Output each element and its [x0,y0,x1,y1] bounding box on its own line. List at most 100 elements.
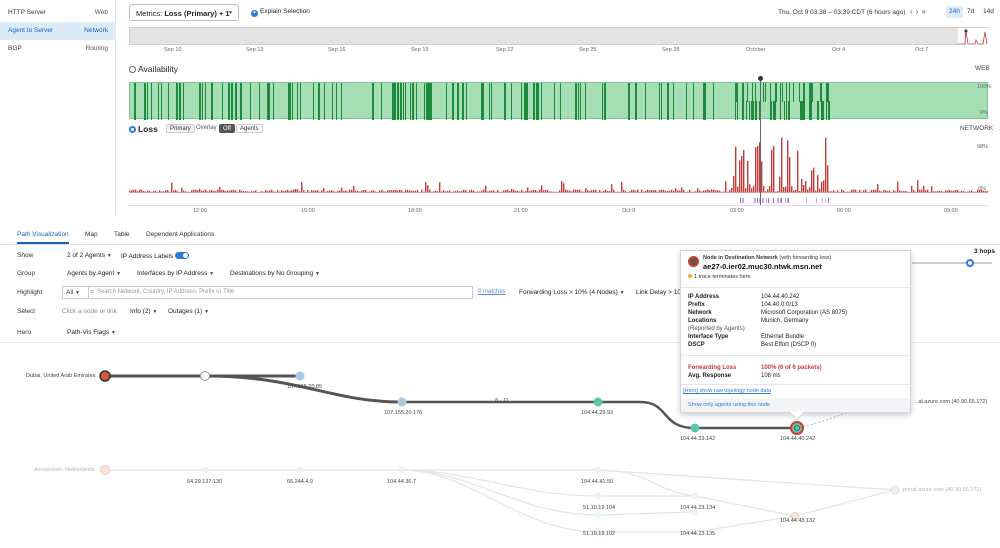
event-marker [762,198,763,203]
info-value: Info (2) [130,308,151,315]
availability-drop-bar [428,83,429,120]
availability-drop-bar [318,83,320,120]
node-details-popup[interactable]: Node in Destination Network (with forwar… [680,250,911,413]
link-delay-filter[interactable]: Link Delay > 100 [636,289,685,296]
destination-label-faded: portal.azure.com (40.90.65.172) [903,487,982,493]
faded-node [594,466,602,474]
availability-drop-bar [144,83,146,120]
info-dropdown[interactable]: Info (2) ▼ [130,308,157,315]
availability-drop-bar [525,83,527,120]
locations-value: Munich, Germany [761,318,809,324]
availability-drop-bar [736,83,737,102]
faded-links [105,469,896,533]
range-24h-button[interactable]: 24h [946,6,963,18]
tab-table[interactable]: Table [114,231,130,238]
node-label: 104.44.43.132 [780,518,816,524]
ip-labels-toggle[interactable]: IP Address Labels [121,252,190,260]
ip-address-key: IP Address [688,294,720,300]
hops-slider-handle[interactable] [966,259,974,267]
loss-overlay-off-button[interactable]: Off [219,124,235,133]
event-marker [768,198,769,203]
warning-dot-icon [688,274,692,278]
availability-drop-bar [250,83,251,120]
group-agents-value: Agents by Agent [67,270,115,277]
trace-note-text: 1 trace terminates here [694,274,751,280]
avg-response-key: Avg. Response [688,373,732,379]
toggle-on-icon[interactable] [175,252,190,259]
selection-marker-dot[interactable] [758,76,763,81]
event-marker [787,198,788,203]
matches-link[interactable]: 0 matches [478,289,506,295]
radio-selected-icon[interactable] [129,126,136,133]
highlight-search-placeholder[interactable]: Search Network, Country, IP Address, Pre… [97,289,234,295]
range-7d-button[interactable]: 7d [964,6,977,18]
faded-node [594,511,602,519]
loss-overlay-agents-button[interactable]: Agents [236,124,263,133]
availability-drop-bar [788,101,789,120]
sidebar-item-agent-to-server[interactable]: Agent to Server Network [0,22,116,40]
node-hidden [200,371,210,381]
node-label: 64.29.137.130 [187,479,223,485]
node-label: 104.44.40.242 [780,436,816,442]
loss-header[interactable]: Loss [129,124,158,134]
tab-path-visualization[interactable]: Path Visualization [17,231,69,244]
show-agents-dropdown[interactable]: 2 of 2 Agents ▼ [67,252,112,259]
popup-divider [681,287,910,288]
node-107-155-20-85 [295,371,305,381]
hero-raw-data-link[interactable]: [Hero] show raw topology node data [683,388,771,394]
loss-bar [801,179,803,192]
popup-title: Node in Destination Network (with forwar… [703,255,831,261]
radio-unselected-icon[interactable] [129,66,136,73]
hero-dropdown[interactable]: Path-Vis Flags ▼ [67,329,116,336]
tab-dependent-applications[interactable]: Dependent Applications [146,231,214,238]
availability-chart[interactable] [129,82,988,120]
availability-drop-bar [179,83,181,120]
tab-map[interactable]: Map [85,231,98,238]
search-icon: ⌕ [90,287,95,296]
timeline-tick: Sep 28 [662,47,680,53]
group-destinations-dropdown[interactable]: Destinations by No Grouping ▼ [230,270,320,277]
info-icon: ✦ [251,10,258,17]
event-marker [742,198,743,203]
node-label: 104.44.23.134 [680,505,716,511]
highlight-search[interactable]: All ▼ ⌕ Search Network, Country, IP Addr… [62,286,473,299]
availability-drop-bar [659,83,660,120]
availability-drop-bar [628,83,630,120]
availability-drop-bar [231,83,233,120]
explain-selection-button[interactable]: ✦ Explain Selection [251,8,310,17]
highlight-scope-dropdown[interactable]: All ▼ [63,287,89,298]
node-label: 104.44.23.135 [680,531,716,537]
overview-timeline[interactable] [129,27,989,46]
group-interfaces-dropdown[interactable]: Interfaces by IP Address ▼ [137,270,214,277]
availability-drop-bar [457,83,458,120]
loss-primary-pill[interactable]: Primary [166,124,195,133]
loss-bar [823,180,825,192]
double-chevron-right-icon[interactable]: » [921,7,928,16]
hop-range-label: 8 - 11 [495,398,509,404]
availability-header[interactable]: Availability [129,64,178,74]
selection-marker-line[interactable] [760,76,761,206]
forwarding-loss-filter[interactable]: Forwarding Loss > 10% (4 Nodes) ▼ [519,289,625,296]
hops-slider-track[interactable] [912,262,992,264]
network-value: Microsoft Corporation (AS 8075) [761,310,848,316]
availability-drop-bar [151,83,152,120]
loss-bar [825,137,827,192]
outages-dropdown[interactable]: Outages (1) ▼ [168,308,209,315]
explain-selection-label: Explain Selection [260,8,310,15]
availability-drop-bar [737,83,738,120]
group-label: Group [17,270,36,277]
loss-bar [779,176,781,192]
sidebar-item-bgp[interactable]: BGP Routing [0,40,116,58]
event-marker [778,198,779,203]
loss-bar [427,185,429,192]
group-agents-dropdown[interactable]: Agents by Agent ▼ [67,270,121,277]
range-14d-button[interactable]: 14d [980,6,997,18]
loss-bar [761,161,763,192]
metrics-dropdown[interactable]: Metrics: Loss (Primary) + 1 ▼ [129,4,239,21]
popup-footer: Show only agents using this node [681,398,910,412]
timeline-sparkline [958,28,989,46]
show-agents-link[interactable]: Show only agents using this node [688,402,770,408]
show-label: Show [17,252,34,259]
loss-chart[interactable] [129,136,989,203]
sidebar-item-http-server[interactable]: HTTP Server Web [0,4,116,22]
